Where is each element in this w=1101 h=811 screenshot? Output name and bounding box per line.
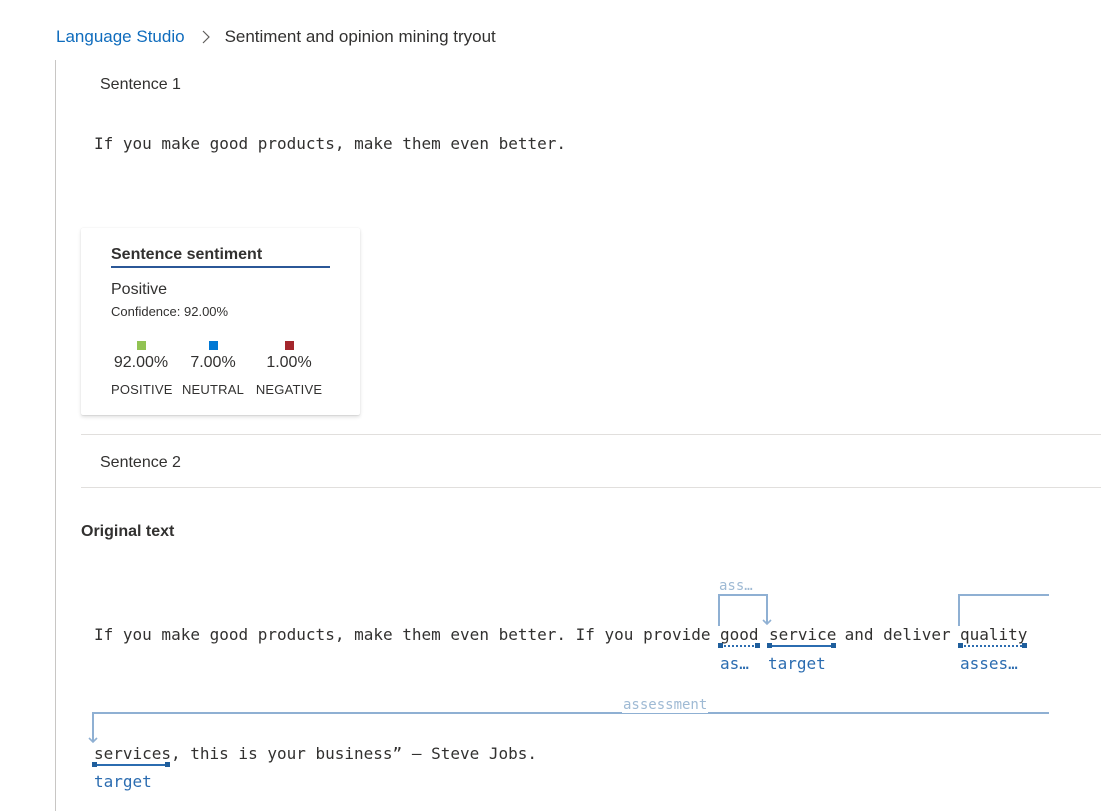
- original-line-2-suffix: , this is your business” – Steve Jobs.: [171, 744, 538, 763]
- underline-services: [93, 764, 169, 766]
- sentence-sentiment-card: Sentence sentiment Positive Confidence: …: [81, 228, 360, 415]
- tag-service-target[interactable]: target: [768, 654, 826, 673]
- arc-label-assessment[interactable]: assessment: [622, 697, 709, 713]
- sentence-1-text: If you make good products, make them eve…: [94, 134, 567, 153]
- mined-word-good[interactable]: good: [720, 625, 759, 644]
- sentence-1-header[interactable]: Sentence 1: [100, 76, 181, 94]
- underline-endpoint: [767, 643, 772, 648]
- score-neutral: 7.00% NEUTRAL: [181, 341, 245, 397]
- underline-good: [719, 645, 758, 647]
- positive-swatch: [136, 341, 146, 350]
- chevron-right-icon: [197, 28, 215, 46]
- confidence-text: Confidence: 92.00%: [111, 304, 229, 319]
- breadcrumb: Language Studio Sentiment and opinion mi…: [56, 26, 496, 48]
- tag-quality-assessment[interactable]: asses…: [960, 654, 1018, 673]
- neutral-swatch: [208, 341, 218, 350]
- underline-endpoint: [165, 762, 170, 767]
- arc-label-good-service[interactable]: ass…: [718, 578, 754, 594]
- sentence-2-header[interactable]: Sentence 2: [100, 454, 181, 472]
- arc-assessment-line: [88, 712, 1049, 744]
- arc-good-to-service: [718, 594, 772, 626]
- underline-endpoint: [831, 643, 836, 648]
- breadcrumb-current-page: Sentiment and opinion mining tryout: [224, 27, 496, 46]
- left-rule: [55, 60, 56, 811]
- underline-quality: [959, 645, 1026, 647]
- original-line-1-middle: and deliver: [835, 625, 961, 644]
- underline-endpoint: [92, 762, 97, 767]
- tag-good-assessment[interactable]: as…: [720, 654, 749, 673]
- original-text-title: Original text: [81, 523, 175, 540]
- underline-endpoint: [958, 643, 963, 648]
- score-positive-label: POSITIVE: [111, 382, 173, 397]
- underline-service: [768, 645, 835, 647]
- negative-swatch: [284, 341, 294, 350]
- mined-word-services[interactable]: services: [94, 744, 171, 763]
- score-positive-value: 92.00%: [113, 354, 169, 371]
- score-negative-label: NEGATIVE: [255, 382, 323, 397]
- score-negative: 1.00% NEGATIVE: [254, 341, 324, 397]
- divider: [81, 487, 1101, 488]
- underline-endpoint: [718, 643, 723, 648]
- mined-word-service[interactable]: service: [769, 625, 836, 644]
- breadcrumb-language-studio-link[interactable]: Language Studio: [56, 27, 185, 47]
- score-neutral-value: 7.00%: [190, 354, 236, 371]
- score-negative-value: 1.00%: [266, 354, 312, 371]
- card-title: Sentence sentiment: [111, 246, 330, 268]
- arc-quality-to-services: [958, 594, 1049, 626]
- underline-endpoint: [1022, 643, 1027, 648]
- tag-services-target[interactable]: target: [94, 772, 152, 791]
- original-line-1-prefix: If you make good products, make them eve…: [94, 625, 721, 644]
- score-neutral-label: NEUTRAL: [181, 382, 245, 397]
- divider: [81, 434, 1101, 435]
- score-positive: 92.00% POSITIVE: [111, 341, 173, 397]
- underline-endpoint: [755, 643, 760, 648]
- sentiment-label: Positive: [111, 281, 168, 298]
- mined-word-quality[interactable]: quality: [960, 625, 1027, 644]
